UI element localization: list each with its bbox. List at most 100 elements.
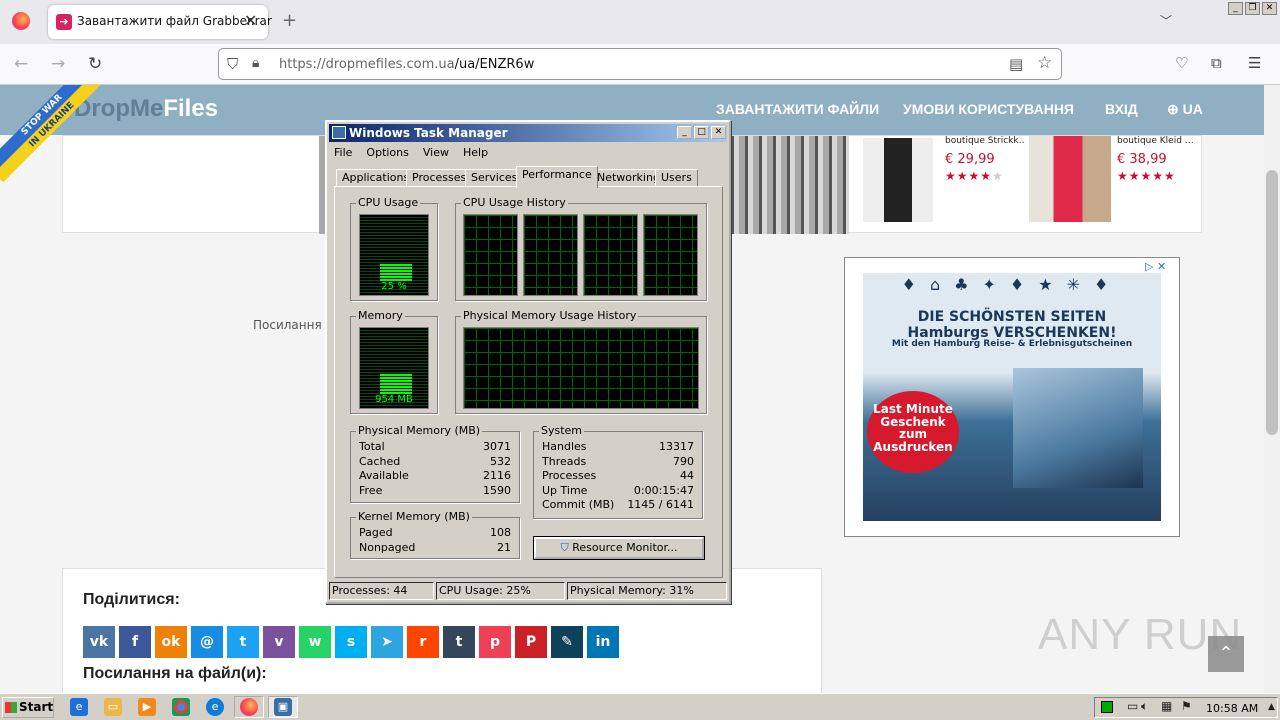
task-manager-titlebar[interactable]: Windows Task Manager: [329, 124, 727, 142]
minimize-icon[interactable]: _: [677, 126, 692, 139]
bookmark-star-icon[interactable]: ☆: [1037, 53, 1052, 73]
tab-processes[interactable]: Processes: [406, 169, 473, 187]
share-title: Поділитися:: [83, 591, 180, 608]
vk-icon[interactable]: vk: [83, 626, 115, 658]
phys-row: Total 3071: [359, 440, 511, 455]
extensions-icon[interactable]: ⧉: [1211, 54, 1222, 72]
cpu-history-graph: [523, 214, 578, 296]
tm-statusbar: Processes: 44 CPU Usage: 25% Physical Me…: [329, 582, 727, 600]
menu-options[interactable]: Options: [366, 146, 408, 159]
task-manager-icon: ▣: [274, 698, 292, 716]
reddit-icon[interactable]: r: [407, 626, 439, 658]
product-photo[interactable]: [1025, 136, 1115, 224]
dress-image: [863, 138, 933, 222]
linkedin-icon[interactable]: in: [587, 626, 619, 658]
maximize-icon[interactable]: □: [694, 126, 709, 139]
scroll-top-button[interactable]: ⌃: [1208, 636, 1244, 672]
tab-performance[interactable]: Performance: [516, 166, 598, 188]
close-tab-icon[interactable]: ✕: [244, 11, 257, 30]
action-center-icon[interactable]: ▭: [1127, 699, 1138, 713]
minimize-icon[interactable]: _: [1228, 2, 1243, 15]
restore-icon[interactable]: ❐: [1245, 2, 1260, 15]
firefox-task[interactable]: [234, 696, 264, 718]
pocket-icon[interactable]: p: [479, 626, 511, 658]
tab-applications[interactable]: Applications: [336, 169, 416, 187]
url-text[interactable]: https://dropmefiles.com.ua/ua/ENZR6w: [279, 57, 534, 72]
skype-icon[interactable]: s: [335, 626, 367, 658]
menu-terms[interactable]: УМОВИ КОРИСТУВАННЯ: [903, 101, 1074, 117]
pocket-save-icon[interactable]: ♡: [1175, 54, 1188, 72]
tab-services[interactable]: Services: [465, 169, 524, 187]
volume-icon[interactable]: 🔈︎: [1141, 699, 1148, 714]
tumblr-icon[interactable]: t: [443, 626, 475, 658]
tab-users[interactable]: Users: [655, 169, 698, 187]
task-manager-task[interactable]: ▣: [268, 696, 298, 718]
start-label: Start: [19, 700, 54, 714]
pinterest-icon[interactable]: P: [515, 626, 547, 658]
telegram-icon[interactable]: ➤: [371, 626, 403, 658]
menu-login[interactable]: ВХІД: [1105, 101, 1138, 117]
twitter-icon[interactable]: t: [227, 626, 259, 658]
menu-upload[interactable]: ЗАВАНТАЖИТИ ФАЙЛИ: [716, 101, 879, 117]
livejournal-icon[interactable]: ✎: [551, 626, 583, 658]
whatsapp-icon[interactable]: w: [299, 626, 331, 658]
menu-icon[interactable]: ☰: [1248, 54, 1261, 72]
product-photo[interactable]: [853, 136, 943, 224]
show-desktop-icon[interactable]: ▲: [1268, 702, 1275, 712]
system-row: Threads 790: [542, 455, 694, 470]
ad-image[interactable]: ♦⌂♣✦♦★✳♦ DIE SCHÖNSTEN SEITEN Hamburgs V…: [863, 273, 1161, 521]
viber-icon[interactable]: v: [263, 626, 295, 658]
close-icon[interactable]: ✕: [1262, 2, 1277, 15]
back-icon[interactable]: ←: [14, 54, 28, 74]
network-icon[interactable]: ▦: [1161, 699, 1172, 713]
browser-tab[interactable]: ➔ Завантажити файл Grabber.rar ✕: [48, 5, 272, 39]
row-value: 44: [680, 469, 694, 482]
close-icon[interactable]: ✕: [711, 126, 726, 139]
link-label: Посилання ,: [253, 318, 330, 332]
reload-icon[interactable]: ↻: [88, 54, 102, 74]
resource-monitor-button[interactable]: ⛉ Resource Monitor...: [533, 536, 705, 560]
url-bar[interactable]: ⛉ 🔒︎ https://dropmefiles.com.ua/ua/ENZR6…: [218, 48, 1062, 80]
cpu-tray-icon[interactable]: [1101, 701, 1113, 713]
row-label: Processes: [542, 469, 597, 482]
page-scrollbar[interactable]: [1264, 85, 1280, 693]
media-player-icon[interactable]: ▶: [138, 698, 156, 716]
lock-icon[interactable]: 🔒︎: [252, 55, 259, 71]
ad-subline: Mit den Hamburg Reise- & Erlebnisgutsche…: [891, 339, 1133, 349]
side-ad[interactable]: ▷ ✕ ♦⌂♣✦♦★✳♦ DIE SCHÖNSTEN SEITEN Hambur…: [844, 257, 1180, 537]
product-title: boutique Kleid …: [1117, 136, 1194, 146]
chrome-icon[interactable]: [172, 698, 190, 716]
task-manager-window[interactable]: Windows Task Manager _ □ ✕ File Options …: [325, 120, 731, 604]
menu-help[interactable]: Help: [463, 146, 488, 159]
product-card[interactable]: boutique Strickk… € 29,99 ★★★★★: [945, 136, 1025, 183]
ie-icon[interactable]: e: [70, 698, 88, 716]
moimir-icon[interactable]: @: [191, 626, 223, 658]
menu-view[interactable]: View: [423, 146, 449, 159]
menu-language[interactable]: ⊕ UA: [1167, 101, 1203, 118]
phys-row: Available 2116: [359, 469, 511, 484]
clock[interactable]: 10:58 AM: [1206, 702, 1258, 715]
firefox-icon[interactable]: [12, 12, 30, 30]
site-logo[interactable]: DropMeFiles: [74, 95, 218, 123]
flag-icon[interactable]: ⚑: [1181, 699, 1192, 713]
new-tab-icon[interactable]: +: [282, 10, 297, 31]
physical-memory-rows: Total 3071 Cached 532 Available 2116 Free 1590: [359, 440, 511, 498]
row-label: Cached: [359, 454, 401, 468]
facebook-icon[interactable]: f: [119, 626, 151, 658]
reader-view-icon[interactable]: ▤: [1009, 55, 1023, 73]
ad-choices-icon[interactable]: ▷ ✕: [1145, 260, 1166, 273]
menu-file[interactable]: File: [334, 146, 352, 159]
odnoklassniki-icon[interactable]: ok: [155, 626, 187, 658]
shield-icon[interactable]: ⛉: [227, 55, 238, 73]
start-button[interactable]: Start: [2, 697, 54, 718]
explorer-icon[interactable]: ▭: [104, 698, 122, 716]
physical-memory-group: Physical Memory (MB) Total 3071 Cached 532 A…: [350, 424, 520, 503]
edge-icon[interactable]: e: [206, 698, 224, 716]
forward-icon[interactable]: →: [51, 54, 65, 74]
scrollbar-thumb[interactable]: [1266, 170, 1278, 435]
ornaments-icon: ♦⌂♣✦♦★✳♦: [901, 275, 1123, 294]
product-price: € 29,99: [945, 152, 995, 167]
globe-icon: ⊕: [1167, 101, 1179, 117]
tab-list-chevron-icon[interactable]: ﹀: [1160, 12, 1172, 29]
product-card[interactable]: boutique Kleid … € 38,99 ★★★★★: [1117, 136, 1197, 183]
